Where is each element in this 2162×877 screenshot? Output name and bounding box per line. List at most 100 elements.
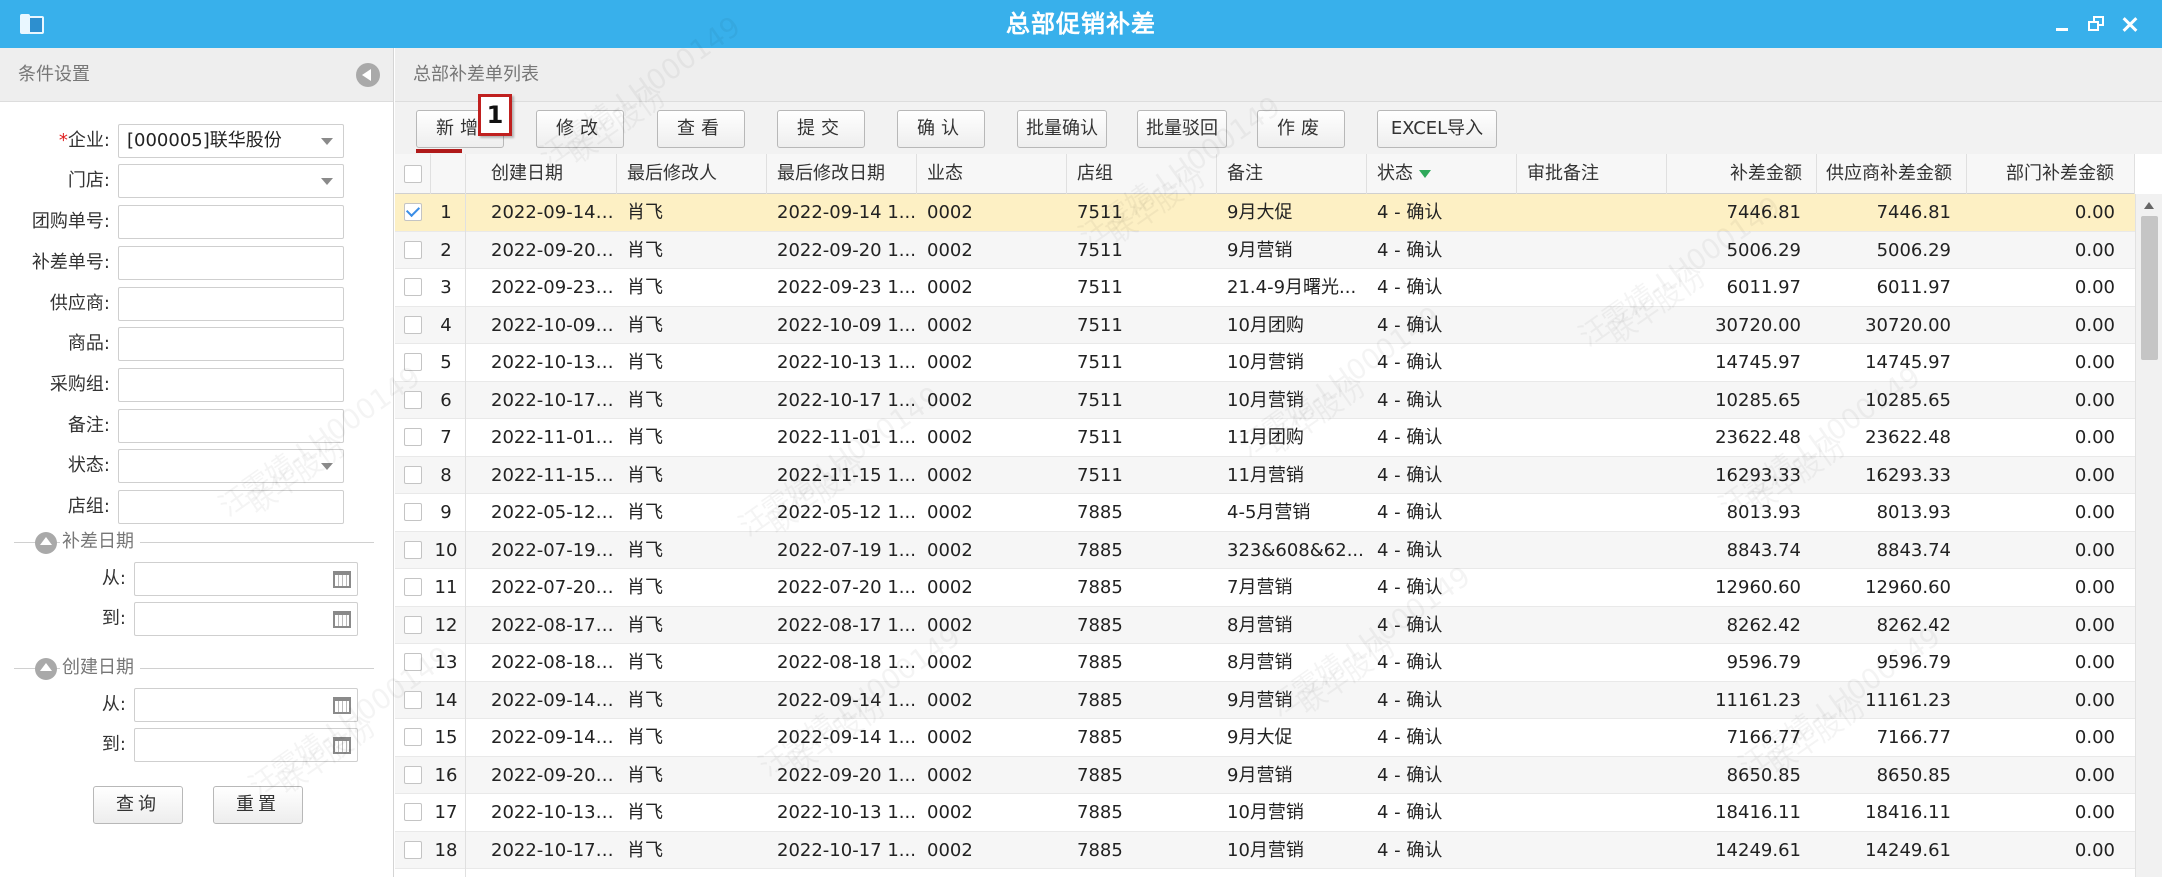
store-group-input[interactable] [118, 490, 344, 524]
cell-dept-diff-amount: 0.00 [2074, 802, 2115, 823]
col-approval-remark[interactable]: 审批备注 [1517, 154, 1667, 194]
batch-reject-button[interactable]: 批量驳回 [1137, 110, 1227, 148]
sort-desc-icon[interactable] [1419, 170, 1431, 178]
diff-date-from-input[interactable] [134, 562, 358, 596]
table-row[interactable]: 13 2022-08-18 1... 肖飞 2022-08-18 1... 0002 78… [395, 644, 2135, 682]
row-checkbox[interactable] [404, 503, 422, 521]
store-select[interactable] [118, 164, 344, 198]
table-row[interactable]: 8 2022-11-15 1... 肖飞 2022-11-15 1... 0002 751… [395, 456, 2135, 494]
close-icon[interactable] [2118, 12, 2142, 36]
col-format[interactable]: 业态 [917, 154, 1067, 194]
row-checkbox[interactable] [404, 765, 422, 784]
diff-date-to-input[interactable] [134, 602, 358, 636]
table-row[interactable]: 6 2022-10-17 1... 肖飞 2022-10-17 1... 0002 751… [395, 381, 2135, 419]
cell-status: 4 - 确认 [1377, 727, 1443, 748]
row-checkbox[interactable] [404, 203, 422, 221]
cell-created-date: 2022-08-18 1... [491, 652, 617, 673]
cell-supplier-diff-amount: 5006.29 [1876, 239, 1951, 261]
row-checkbox[interactable] [404, 578, 422, 596]
cell-dept-diff-amount: 0.00 [2074, 352, 2115, 373]
create-date-to-input[interactable] [134, 728, 358, 762]
row-checkbox[interactable] [404, 390, 422, 409]
table-row[interactable]: 7 2022-11-01 1... 肖飞 2022-11-01 1... 0002 751… [395, 419, 2135, 457]
table-row[interactable]: 12 2022-08-17 1... 肖飞 2022-08-17 1... 0002 78… [395, 606, 2135, 644]
remark-input[interactable] [118, 409, 344, 443]
row-checkbox[interactable] [404, 465, 422, 484]
diff-order-input[interactable] [118, 246, 344, 280]
product-input[interactable] [118, 327, 344, 361]
row-checkbox[interactable] [404, 353, 422, 371]
table-row[interactable]: 5 2022-10-13 1... 肖飞 2022-10-13 1... 0002 751… [395, 344, 2135, 382]
table-row[interactable]: 11 2022-07-20 1... 肖飞 2022-07-20 1... 0002 78… [395, 569, 2135, 607]
view-button[interactable]: 查看 [657, 110, 745, 148]
create-date-from-input[interactable] [134, 688, 358, 722]
table-row[interactable]: 1 2022-09-14 1... 肖飞 2022-09-14 1... 0002 751… [395, 194, 2135, 232]
vertical-scrollbar[interactable] [2135, 194, 2162, 877]
col-last-modified-date[interactable]: 最后修改日期 [767, 154, 917, 194]
reset-button[interactable]: 重置 [213, 786, 303, 824]
confirm-button[interactable]: 确认 [897, 110, 985, 148]
row-checkbox[interactable] [404, 803, 422, 821]
company-select[interactable]: [000005]联华股份 [118, 124, 344, 158]
restore-icon[interactable] [2084, 12, 2108, 36]
cell-supplier-diff-amount: 18416.11 [1865, 802, 1951, 823]
row-checkbox[interactable] [404, 540, 422, 559]
col-last-modifier[interactable]: 最后修改人 [617, 154, 767, 194]
chevron-up-icon[interactable] [35, 658, 57, 680]
select-all-checkbox[interactable] [404, 165, 422, 183]
row-checkbox[interactable] [404, 278, 422, 296]
table-row[interactable]: 9 2022-05-12 1... 肖飞 2022-05-12 1... 0002 788… [395, 494, 2135, 532]
row-checkbox[interactable] [404, 690, 422, 709]
void-button[interactable]: 作废 [1257, 110, 1345, 148]
table-row[interactable]: 16 2022-09-20 1... 肖飞 2022-09-20 1... 0002 78… [395, 756, 2135, 794]
table-row[interactable]: 14 2022-09-14 1... 肖飞 2022-09-14 1... 0002 78… [395, 681, 2135, 719]
minimize-icon[interactable] [2050, 12, 2074, 36]
submit-button[interactable]: 提交 [777, 110, 865, 148]
edit-button[interactable]: 修改 [536, 110, 624, 148]
chevron-up-icon[interactable] [35, 532, 57, 554]
row-checkbox[interactable] [404, 615, 422, 634]
status-select[interactable] [118, 449, 344, 483]
cell-format: 0002 [927, 202, 973, 223]
table-row[interactable]: 17 2022-10-13 1... 肖飞 2022-10-13 1... 0002 78… [395, 794, 2135, 832]
cell-store-group: 7885 [1077, 502, 1123, 523]
cell-last-modified-date: 2022-10-13 1... [777, 802, 916, 823]
col-status[interactable]: 状态 [1367, 154, 1517, 194]
table-row[interactable]: 4 2022-10-09 1... 肖飞 2022-10-09 1... 0002 751… [395, 306, 2135, 344]
row-checkbox[interactable] [404, 840, 422, 859]
purchase-group-input[interactable] [118, 368, 344, 402]
col-supplier-diff-amount[interactable]: 供应商补差金额 [1817, 154, 1967, 194]
batch-confirm-button[interactable]: 批量确认 [1017, 110, 1107, 148]
col-remark[interactable]: 备注 [1217, 154, 1367, 194]
supplier-input[interactable] [118, 287, 344, 321]
table-row[interactable]: 15 2022-09-14 1... 肖飞 2022-09-14 1... 0002 78… [395, 719, 2135, 757]
table-row[interactable]: 10 2022-07-19 1... 肖飞 2022-07-19 1... 0002 78… [395, 531, 2135, 569]
row-checkbox[interactable] [404, 653, 422, 671]
cell-created-date: 2022-08-17 1... [491, 614, 617, 636]
col-diff-amount[interactable]: 补差金额 [1667, 154, 1817, 194]
col-store-group[interactable]: 店组 [1067, 154, 1217, 194]
calendar-icon[interactable] [333, 737, 351, 754]
calendar-icon[interactable] [333, 697, 351, 714]
data-grid: 创建日期 最后修改人 最后修改日期 业态 店组 备注 状态 审批备注 补差金额 … [395, 154, 2162, 877]
query-button[interactable]: 查询 [93, 786, 183, 824]
col-created-date[interactable]: 创建日期 [466, 154, 617, 194]
col-dept-diff-amount[interactable]: 部门补差金额 [1967, 154, 2135, 194]
row-checkbox[interactable] [404, 428, 422, 446]
excel-import-button[interactable]: EXCEL导入 [1377, 110, 1497, 148]
scroll-thumb[interactable] [2141, 216, 2158, 360]
cell-supplier-diff-amount: 23622.48 [1865, 427, 1951, 448]
table-row[interactable]: 2 2022-09-20 1... 肖飞 2022-09-20 1... 0002 751… [395, 231, 2135, 269]
table-row[interactable]: 3 2022-09-23 1... 肖飞 2022-09-23 1... 0002 751… [395, 269, 2135, 307]
cell-diff-amount: 30720.00 [1715, 314, 1801, 336]
row-checkbox[interactable] [404, 315, 422, 334]
row-checkbox[interactable] [404, 728, 422, 746]
calendar-icon[interactable] [333, 571, 351, 588]
row-checkbox[interactable] [404, 240, 422, 259]
collapse-panel-icon[interactable] [356, 63, 380, 87]
scroll-up-icon[interactable] [2144, 202, 2154, 209]
calendar-icon[interactable] [333, 611, 351, 628]
group-order-input[interactable] [118, 205, 344, 239]
cell-created-date: 2022-09-23 1... [491, 277, 617, 298]
table-row[interactable]: 18 2022-10-17 1... 肖飞 2022-10-17 1... 0002 78… [395, 831, 2135, 869]
